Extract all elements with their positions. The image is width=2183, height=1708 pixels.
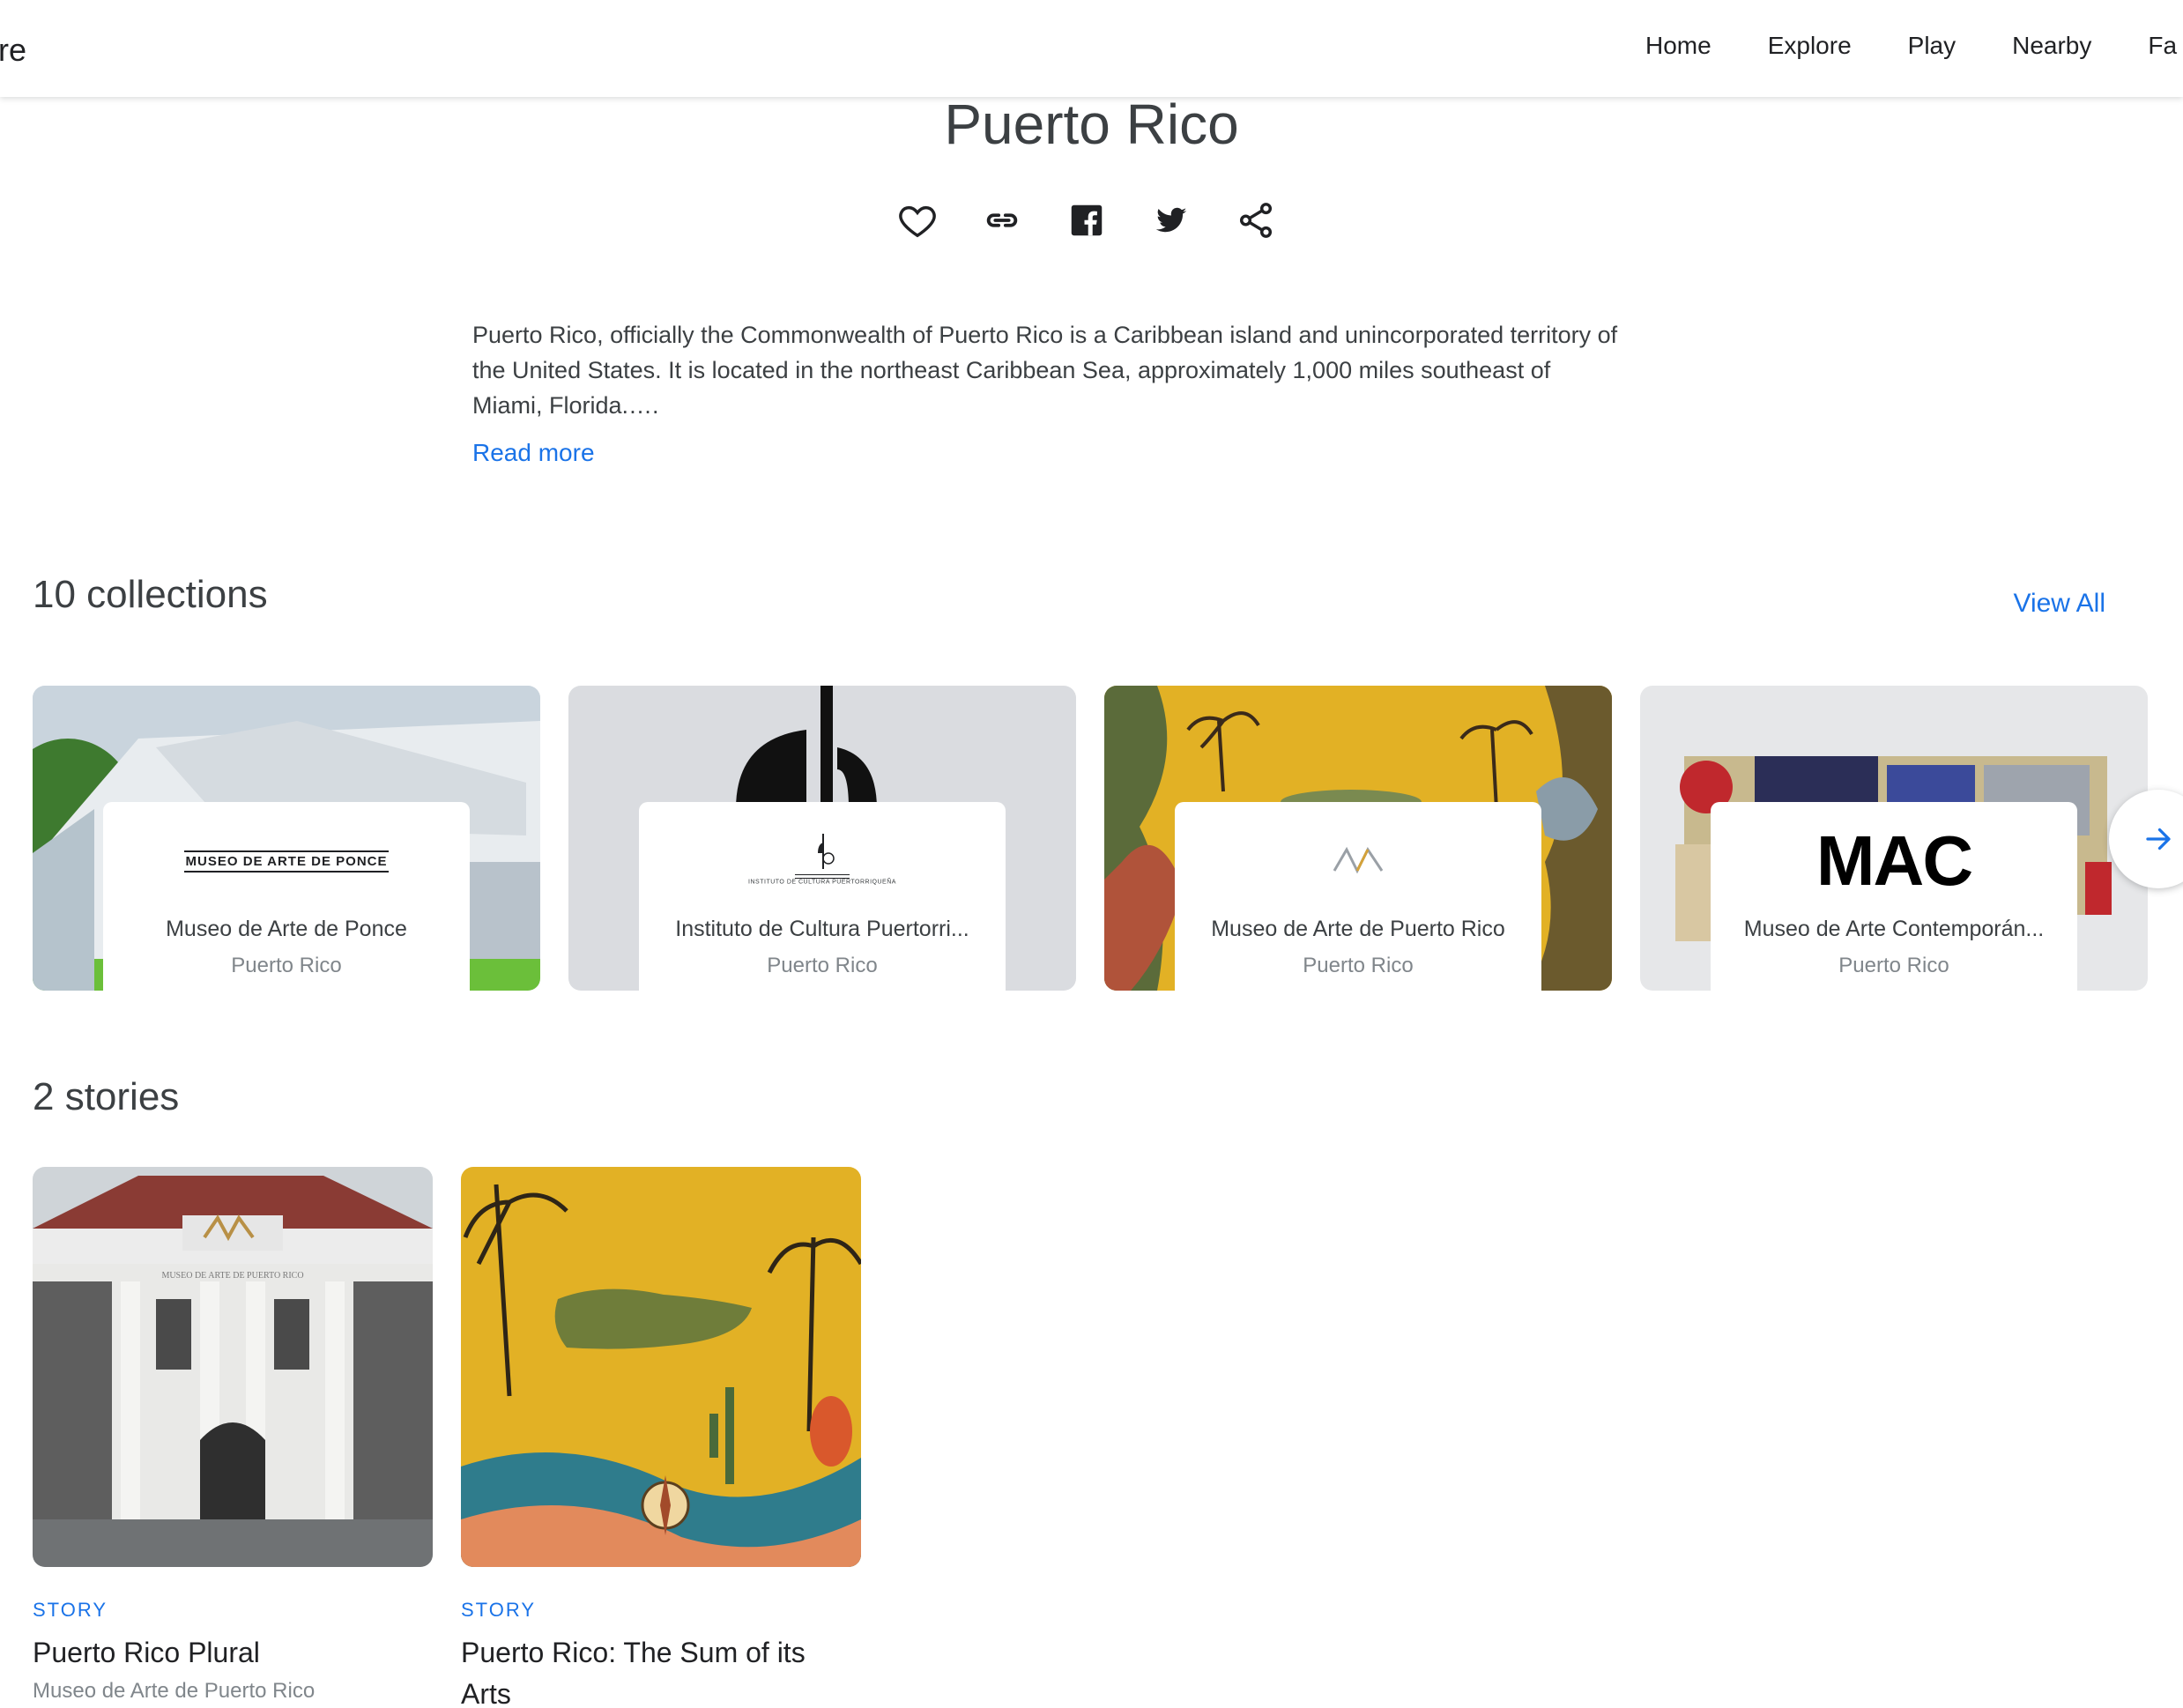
- description-line: Miami, Florida.….: [472, 392, 659, 419]
- museum-logo-text: MUSEO DE ARTE DE PONCE: [183, 850, 390, 873]
- collection-card[interactable]: MUSEO DE ARTE DE PONCE Museo de Arte de …: [33, 686, 540, 991]
- museum-logo-text: MAC: [1815, 821, 1973, 900]
- copy-link-button[interactable]: [981, 199, 1023, 241]
- collection-location: Puerto Rico: [231, 954, 342, 977]
- collection-card-panel: INSTITUTO DE CULTURA PUERTORRIQUEÑA Inst…: [639, 802, 1006, 991]
- museum-logo: INSTITUTO DE CULTURA PUERTORRIQUEÑA: [639, 821, 1006, 901]
- story-kicker: STORY: [33, 1599, 108, 1621]
- share-button[interactable]: [1235, 199, 1277, 241]
- collection-card[interactable]: Museo de Arte de Puerto Rico Puerto Rico: [1104, 686, 1612, 991]
- collection-name: Museo de Arte Contemporán...: [1743, 917, 2045, 941]
- museum-sign-text: MUSEO DE ARTE DE PUERTO RICO: [161, 1271, 303, 1281]
- share-icon: [1239, 203, 1273, 238]
- collection-card-panel: Museo de Arte de Puerto Rico Puerto Rico: [1175, 802, 1541, 991]
- story-subtitle: Museo de Arte de Puerto Rico: [33, 1679, 316, 1703]
- story-card[interactable]: STORY Puerto Rico: The Sum of its Arts: [461, 1167, 861, 1708]
- description-line: Puerto Rico, officially the Commonwealth…: [472, 322, 1618, 348]
- story-kicker: STORY: [461, 1599, 536, 1621]
- arrow-forward-icon: [2146, 828, 2171, 850]
- nav-play[interactable]: Play: [1908, 32, 1956, 60]
- view-all-link[interactable]: View All: [2013, 589, 2105, 619]
- story-title: Puerto Rico: The Sum of its Arts: [461, 1637, 806, 1708]
- brand-name[interactable]: re: [0, 32, 26, 69]
- collection-location: Puerto Rico: [767, 954, 878, 977]
- collection-card-panel: MUSEO DE ARTE DE PONCE Museo de Arte de …: [103, 802, 470, 991]
- nav-nearby[interactable]: Nearby: [2012, 32, 2091, 60]
- story-title: Puerto Rico Plural: [33, 1637, 260, 1668]
- museum-logo-text: INSTITUTO DE CULTURA PUERTORRIQUEÑA: [748, 878, 896, 885]
- nav-favorites[interactable]: Fa: [2148, 32, 2177, 60]
- stories-heading: 2 stories: [33, 1075, 180, 1118]
- collection-location: Puerto Rico: [1838, 954, 1949, 977]
- top-app-bar: re Home Explore Play Nearby Fa: [0, 0, 2183, 97]
- facebook-share-button[interactable]: [1066, 199, 1108, 241]
- read-more-link[interactable]: Read more: [472, 439, 595, 467]
- heart-icon: [899, 205, 936, 238]
- page-title: Puerto Rico: [944, 93, 1239, 156]
- story-image: [461, 1167, 861, 1567]
- nav-home[interactable]: Home: [1645, 32, 1712, 60]
- link-icon: [986, 213, 1018, 227]
- collection-name: Museo de Arte de Puerto Rico: [1211, 917, 1505, 941]
- museum-logo: MAC: [1711, 821, 2077, 901]
- facebook-icon: [1071, 204, 1103, 236]
- collection-name: Museo de Arte de Ponce: [166, 917, 407, 941]
- collection-card[interactable]: INSTITUTO DE CULTURA PUERTORRIQUEÑA Inst…: [568, 686, 1076, 991]
- story-image: MUSEO DE ARTE DE PUERTO RICO: [33, 1167, 433, 1567]
- twitter-share-button[interactable]: [1150, 199, 1192, 241]
- collections-heading: 10 collections: [33, 573, 268, 616]
- description: Puerto Rico, officially the Commonwealth…: [472, 317, 1724, 423]
- description-line: the United States. It is located in the …: [472, 357, 1551, 383]
- collection-card-panel: MAC Museo de Arte Contemporán... Puerto …: [1711, 802, 2077, 991]
- nav-explore[interactable]: Explore: [1768, 32, 1852, 60]
- mapr-logo-icon: [1333, 846, 1384, 874]
- share-actions: [896, 199, 1277, 241]
- collection-location: Puerto Rico: [1303, 954, 1414, 977]
- story-card[interactable]: MUSEO DE ARTE DE PUERTO RICO STORY Puert…: [33, 1167, 433, 1704]
- collection-name: Instituto de Cultura Puertorri...: [675, 917, 969, 941]
- museum-logo: MUSEO DE ARTE DE PONCE: [103, 821, 470, 901]
- collection-card[interactable]: MAC Museo de Arte Contemporán... Puerto …: [1640, 686, 2148, 991]
- main-nav: Home Explore Play Nearby Fa: [1645, 32, 2183, 60]
- twitter-icon: [1155, 207, 1187, 233]
- museum-logo: [1175, 821, 1541, 901]
- favorite-button[interactable]: [896, 199, 939, 241]
